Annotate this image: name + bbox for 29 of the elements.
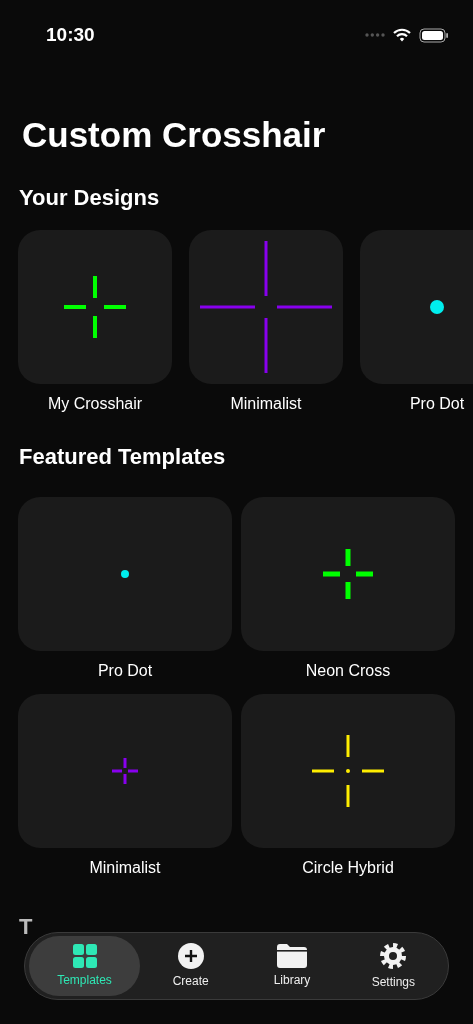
folder-icon bbox=[277, 943, 307, 968]
battery-icon bbox=[419, 27, 449, 43]
crosshair-card[interactable] bbox=[189, 229, 343, 384]
signal-icon bbox=[365, 33, 385, 37]
crosshair-card[interactable] bbox=[241, 694, 455, 849]
wifi-icon bbox=[393, 28, 411, 42]
page-title: Custom Crosshair bbox=[22, 116, 327, 155]
tab[interactable]: Library bbox=[241, 936, 343, 996]
settings-icon bbox=[379, 941, 408, 970]
crosshair-card[interactable] bbox=[18, 694, 232, 849]
crosshair-card[interactable] bbox=[241, 497, 455, 652]
grid-icon bbox=[72, 943, 97, 968]
template-name: Pro Dot bbox=[97, 661, 153, 682]
tab[interactable]: Create bbox=[140, 936, 242, 996]
section-heading: Featured Templates bbox=[19, 443, 227, 471]
status-time: 10:30 bbox=[46, 22, 95, 47]
design-name: Minimalist bbox=[230, 393, 302, 414]
tab[interactable]: Templates bbox=[29, 936, 140, 996]
template-name: Circle Hybrid bbox=[302, 858, 394, 879]
crosshair-card[interactable] bbox=[18, 229, 172, 384]
template-name: Neon Cross bbox=[305, 661, 391, 682]
design-name: Pro Dot bbox=[409, 393, 465, 414]
template-name: Minimalist bbox=[89, 858, 161, 879]
design-name: My Crosshair bbox=[47, 393, 143, 414]
plus-icon bbox=[177, 942, 204, 969]
crosshair-card[interactable] bbox=[360, 229, 473, 384]
section-heading: Your Designs bbox=[19, 184, 161, 211]
crosshair-card[interactable] bbox=[18, 497, 232, 652]
tab[interactable]: Settings bbox=[342, 936, 444, 996]
